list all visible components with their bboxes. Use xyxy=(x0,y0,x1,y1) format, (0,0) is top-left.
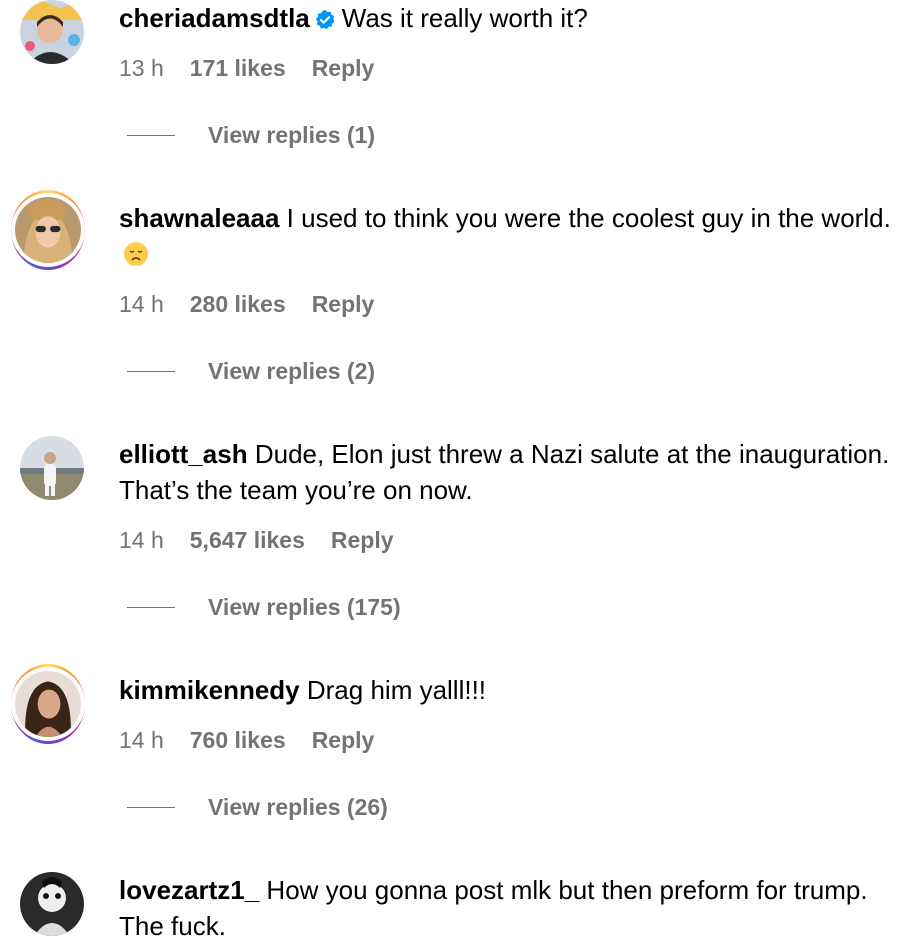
divider-line xyxy=(127,607,175,608)
view-replies-button[interactable]: View replies (2) xyxy=(127,358,375,385)
avatar[interactable] xyxy=(11,664,85,744)
view-replies-label: View replies (2) xyxy=(208,358,376,384)
comment-body: Was it really worth it? xyxy=(341,3,588,33)
reply-button[interactable]: Reply xyxy=(312,725,375,755)
avatar-image xyxy=(15,671,81,737)
avatar-image xyxy=(15,197,81,263)
view-replies-button[interactable]: View replies (1) xyxy=(127,122,375,149)
timestamp[interactable]: 14 h xyxy=(119,525,164,555)
timestamp[interactable]: 14 h xyxy=(119,289,164,319)
avatar[interactable] xyxy=(20,872,84,936)
divider-line xyxy=(127,807,175,808)
verified-badge-icon xyxy=(315,9,335,30)
comment-text: lovezartz1_ How you gonna post mlk but t… xyxy=(119,872,909,944)
reply-button[interactable]: Reply xyxy=(312,289,375,319)
view-replies-label: View replies (1) xyxy=(208,122,376,148)
likes-count[interactable]: 5,647 likes xyxy=(190,525,305,555)
avatar-image xyxy=(20,0,84,64)
avatar-image xyxy=(20,872,84,936)
comment-meta: 14 h 760 likes Reply xyxy=(119,725,374,755)
comment-text: cheriadamsdtla Was it really worth it? xyxy=(119,0,909,36)
username[interactable]: kimmikennedy xyxy=(119,675,300,705)
avatar[interactable] xyxy=(20,436,84,500)
avatar[interactable] xyxy=(11,190,85,270)
view-replies-label: View replies (175) xyxy=(208,594,401,620)
story-ring xyxy=(11,190,85,270)
comment-body: Drag him yalll!!! xyxy=(306,675,487,705)
divider-line xyxy=(127,135,175,136)
comment-text: kimmikennedy Drag him yalll!!! xyxy=(119,672,909,708)
timestamp[interactable]: 13 h xyxy=(119,53,164,83)
comment-body: I used to think you were the coolest guy… xyxy=(286,203,891,233)
comment-text: shawnaleaaa I used to think you were the… xyxy=(119,200,909,272)
timestamp[interactable]: 14 h xyxy=(119,725,164,755)
username[interactable]: cheriadamsdtla xyxy=(119,3,310,33)
username[interactable]: shawnaleaaa xyxy=(119,203,279,233)
story-ring xyxy=(11,664,85,744)
likes-count[interactable]: 280 likes xyxy=(190,289,286,319)
likes-count[interactable]: 171 likes xyxy=(190,53,286,83)
comment-text: elliott_ash Dude, Elon just threw a Nazi… xyxy=(119,436,909,508)
reply-button[interactable]: Reply xyxy=(331,525,394,555)
disappointed-face-icon xyxy=(124,242,148,266)
comment-meta: 14 h 5,647 likes Reply xyxy=(119,525,394,555)
divider-line xyxy=(127,371,175,372)
username[interactable]: elliott_ash xyxy=(119,439,248,469)
likes-count[interactable]: 760 likes xyxy=(190,725,286,755)
comment-meta: 14 h 280 likes Reply xyxy=(119,289,374,319)
username[interactable]: lovezartz1_ xyxy=(119,875,259,905)
view-replies-label: View replies (26) xyxy=(208,794,388,820)
reply-button[interactable]: Reply xyxy=(312,53,375,83)
view-replies-button[interactable]: View replies (175) xyxy=(127,594,401,621)
comment-meta: 13 h 171 likes Reply xyxy=(119,53,374,83)
view-replies-button[interactable]: View replies (26) xyxy=(127,794,388,821)
avatar[interactable] xyxy=(20,0,84,64)
avatar-image xyxy=(20,436,84,500)
